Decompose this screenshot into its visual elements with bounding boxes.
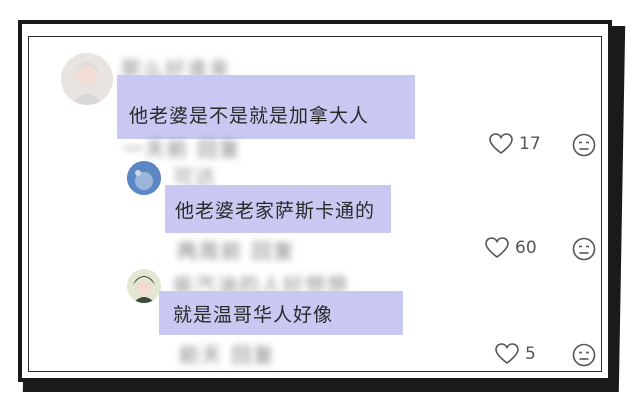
unhappy-face-icon[interactable] bbox=[572, 133, 596, 157]
comment-text: 就是温哥华人好像 bbox=[173, 304, 334, 326]
like-count: 17 bbox=[519, 134, 541, 154]
avatar[interactable] bbox=[127, 161, 161, 195]
heart-icon bbox=[485, 237, 509, 259]
unhappy-face-icon[interactable] bbox=[572, 343, 596, 367]
like-button[interactable]: 60 bbox=[485, 237, 537, 259]
screenshot-frame: 那么好谁来 他老婆是不是就是加拿大人 一天前 回复 17 可达 他老婆老家萨斯卡 bbox=[18, 20, 612, 382]
unhappy-face-icon[interactable] bbox=[572, 237, 596, 261]
comment-text: 他老婆老家萨斯卡通的 bbox=[175, 200, 376, 222]
comment-meta: 两周前 回复 bbox=[177, 239, 296, 263]
like-button[interactable]: 5 bbox=[495, 343, 536, 365]
avatar[interactable] bbox=[61, 53, 113, 105]
like-button[interactable]: 17 bbox=[489, 133, 541, 155]
like-count: 60 bbox=[515, 238, 537, 258]
comment-panel: 那么好谁来 他老婆是不是就是加拿大人 一天前 回复 17 可达 他老婆老家萨斯卡 bbox=[28, 36, 602, 372]
avatar[interactable] bbox=[127, 269, 161, 303]
like-count: 5 bbox=[525, 344, 536, 364]
comment-meta: 前天 回复 bbox=[179, 343, 276, 367]
comment-text: 他老婆是不是就是加拿大人 bbox=[129, 105, 370, 127]
comment-meta: 一天前 回复 bbox=[123, 137, 242, 161]
heart-icon bbox=[489, 133, 513, 155]
heart-icon bbox=[495, 343, 519, 365]
